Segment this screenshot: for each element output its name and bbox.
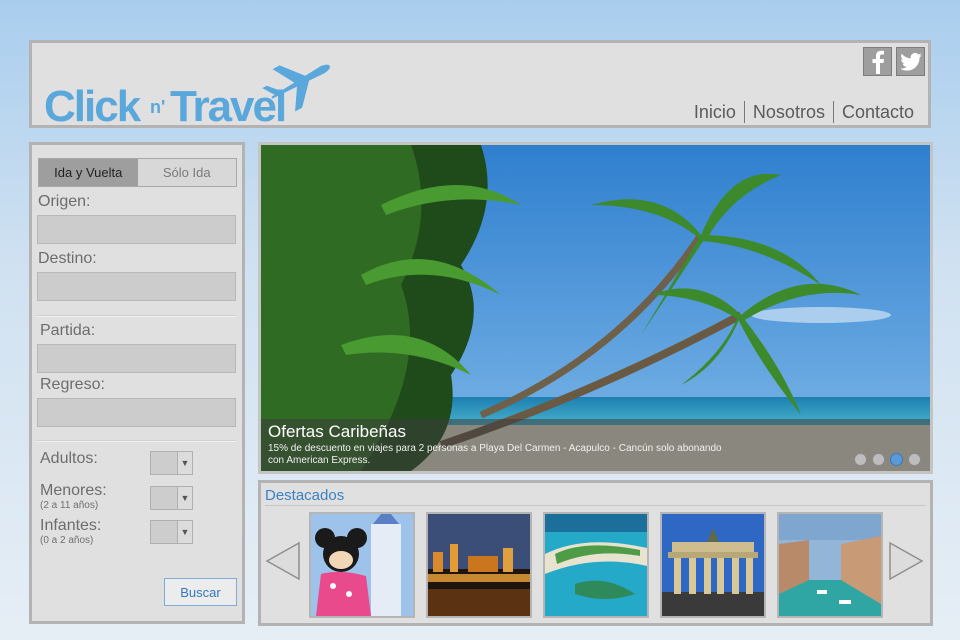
return-label: Regreso:: [40, 376, 105, 393]
facebook-button[interactable]: [863, 47, 892, 76]
slider-pagination: [854, 453, 921, 466]
disney-photo: [311, 514, 413, 616]
night-city-photo: [428, 514, 530, 616]
children-select[interactable]: ▼: [150, 486, 193, 510]
nav-contacto[interactable]: Contacto: [832, 101, 922, 123]
slide-description: 15% de descuento en viajes para 2 person…: [268, 443, 722, 466]
origin-label: Origen:: [38, 193, 91, 210]
departure-date-input[interactable]: [37, 344, 236, 373]
venice-photo: [779, 514, 881, 616]
main-nav: Inicio Nosotros Contacto: [686, 101, 922, 123]
arrow-left-icon[interactable]: [265, 541, 301, 581]
featured-thumb-brandenburg[interactable]: [660, 512, 766, 618]
featured-thumb-disney[interactable]: [309, 512, 415, 618]
slide-caption: Ofertas Caribeñas 15% de descuento en vi…: [261, 419, 930, 471]
beach-aerial-photo: [545, 514, 647, 616]
brandenburg-gate-photo: [662, 514, 764, 616]
infants-label: Infantes:: [40, 517, 102, 534]
twitter-icon: [899, 52, 922, 71]
tab-solo-ida[interactable]: Sólo Ida: [137, 159, 236, 186]
search-button[interactable]: Buscar: [164, 578, 237, 606]
slider-dot[interactable]: [908, 453, 921, 466]
chevron-down-icon: ▼: [177, 521, 192, 543]
destination-label: Destino:: [38, 250, 97, 267]
divider: [265, 505, 926, 506]
nav-inicio[interactable]: Inicio: [686, 101, 744, 123]
destination-input[interactable]: [37, 272, 236, 301]
trip-type-tabs: Ida y Vuelta Sólo Ida: [38, 158, 237, 187]
arrow-right-icon[interactable]: [888, 541, 924, 581]
slider-dot-active[interactable]: [890, 453, 903, 466]
featured-thumb-venice[interactable]: [777, 512, 883, 618]
chevron-down-icon: ▼: [177, 452, 192, 474]
origin-input[interactable]: [37, 215, 236, 244]
flight-search-panel: Ida y Vuelta Sólo Ida Origen: Destino: P…: [29, 142, 245, 624]
featured-panel: Destacados: [258, 480, 933, 626]
slider-dot[interactable]: [872, 453, 885, 466]
chevron-down-icon: ▼: [177, 487, 192, 509]
return-date-input[interactable]: [37, 398, 236, 427]
tab-ida-y-vuelta[interactable]: Ida y Vuelta: [39, 159, 138, 186]
nav-nosotros[interactable]: Nosotros: [743, 101, 833, 123]
featured-thumb-beach[interactable]: [543, 512, 649, 618]
infants-age-hint: (0 a 2 años): [40, 535, 94, 546]
divider: [37, 440, 236, 442]
infants-select[interactable]: ▼: [150, 520, 193, 544]
facebook-icon: [872, 50, 884, 74]
children-label: Menores:: [40, 482, 107, 499]
offers-slider: Ofertas Caribeñas 15% de descuento en vi…: [258, 142, 933, 474]
slider-dot[interactable]: [854, 453, 867, 466]
adults-label: Adultos:: [40, 450, 98, 467]
twitter-button[interactable]: [896, 47, 925, 76]
departure-label: Partida:: [40, 322, 96, 339]
slide-title: Ofertas Caribeñas: [268, 422, 406, 441]
clickntravel-logo[interactable]: Click n' Travel: [42, 47, 342, 127]
featured-thumb-night-city[interactable]: [426, 512, 532, 618]
adults-select[interactable]: ▼: [150, 451, 193, 475]
svg-text:Click: Click: [44, 82, 142, 127]
svg-text:n': n': [150, 97, 165, 117]
header-panel: Click n' Travel Inicio Nosotros Contacto: [29, 40, 931, 128]
featured-title: Destacados: [265, 487, 345, 504]
children-age-hint: (2 a 11 años): [40, 500, 99, 511]
divider: [37, 315, 236, 317]
